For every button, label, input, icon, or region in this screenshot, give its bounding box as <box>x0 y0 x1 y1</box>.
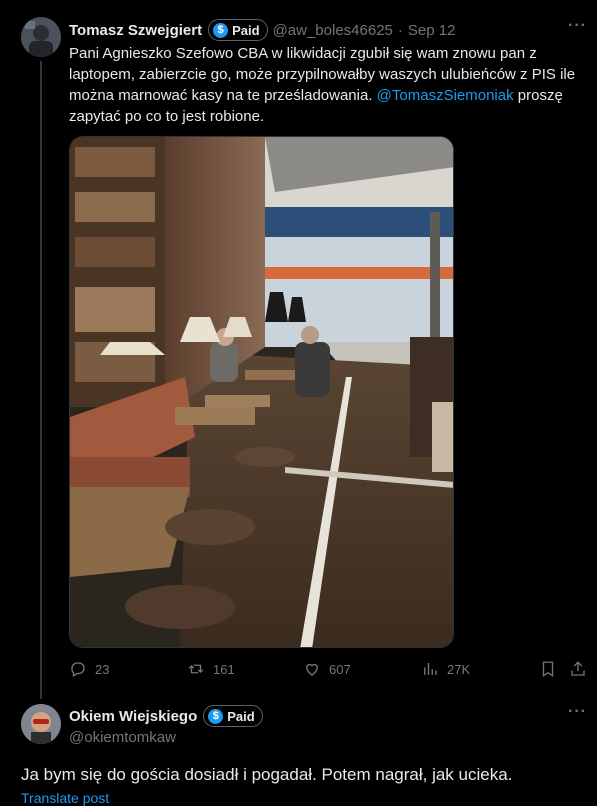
tweet-date[interactable]: Sep 12 <box>408 22 456 39</box>
heart-icon <box>306 663 318 676</box>
like-button[interactable]: 607 <box>303 660 351 678</box>
reply-text: Ja bym się do gościa dosiadł i pogadał. … <box>21 765 513 784</box>
paid-badge-label: Paid <box>232 22 260 38</box>
reply-author-name[interactable]: Okiem Wiejskiego <box>69 708 197 725</box>
views-chart-icon <box>424 663 437 675</box>
repost-button[interactable]: 161 <box>187 660 235 678</box>
tweet-header: Tomasz Szwejgiert $ Paid @aw_boles46625 … <box>69 19 455 41</box>
author-handle[interactable]: @aw_boles46625 <box>273 22 393 39</box>
translate-post-link[interactable]: Translate post <box>21 790 109 806</box>
mention-link[interactable]: @TomaszSiemoniak <box>377 87 514 104</box>
author-avatar[interactable] <box>21 17 61 57</box>
like-count: 607 <box>329 661 351 677</box>
bookmark-icon <box>542 661 554 678</box>
meta-separator: · <box>397 21 403 39</box>
dollar-coin-icon: $ <box>213 22 229 38</box>
bookmark-button[interactable] <box>539 660 557 678</box>
dollar-coin-icon: $ <box>208 708 224 724</box>
cafe-interior-image <box>70 137 453 647</box>
views-count: 27K <box>447 661 471 677</box>
tweet-photo[interactable] <box>69 136 454 648</box>
reply-paid-badge[interactable]: $ Paid <box>203 705 263 727</box>
author-name[interactable]: Tomasz Szwejgiert <box>69 22 202 39</box>
reply-author-handle[interactable]: @okiemtomkaw <box>69 729 176 746</box>
thread-connector-line <box>40 61 42 699</box>
reply-button[interactable]: 23 <box>69 660 109 678</box>
repost-count: 161 <box>213 661 235 677</box>
share-button[interactable] <box>569 660 587 678</box>
tweet-text: Pani Agnieszko Szefowo CBA w likwidacji … <box>69 43 589 127</box>
reply-author-avatar[interactable] <box>21 704 61 744</box>
reply-icon <box>71 662 85 677</box>
reply-more-options-icon[interactable]: ··· <box>568 703 587 721</box>
reply-header: Okiem Wiejskiego $ Paid <box>69 705 263 727</box>
repost-icon <box>188 664 204 674</box>
reply-paid-badge-label: Paid <box>227 708 255 724</box>
views-button[interactable]: 27K <box>421 660 470 678</box>
share-icon <box>571 661 585 676</box>
more-options-icon[interactable]: ··· <box>568 17 587 35</box>
paid-badge[interactable]: $ Paid <box>208 19 268 41</box>
tweet-action-bar: 23 161 607 27K <box>69 660 589 682</box>
reply-count: 23 <box>95 661 110 677</box>
